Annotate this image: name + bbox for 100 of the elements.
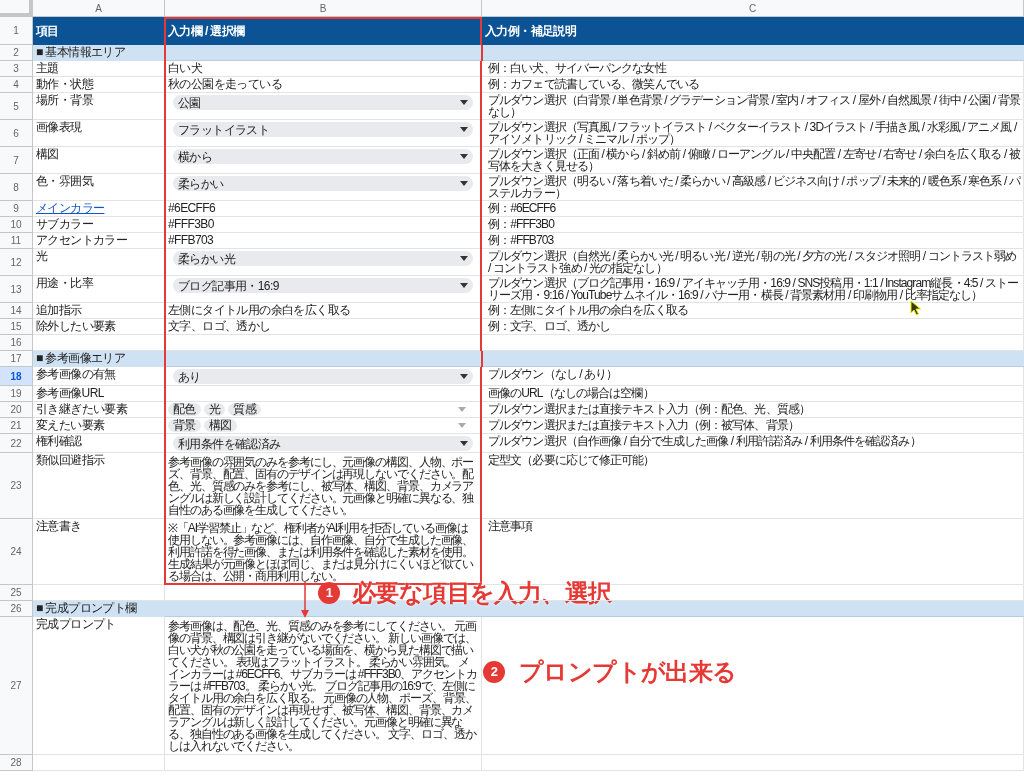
- table-cell: プルダウン選択または直接テキスト入力（例：被写体、背景）: [482, 418, 1024, 434]
- row-number[interactable]: 12: [0, 249, 33, 276]
- dropdown[interactable]: フラットイラスト: [173, 122, 473, 137]
- row-number[interactable]: 5: [0, 93, 33, 120]
- caret-icon: [460, 181, 468, 186]
- table-cell: 例：白い犬、サイバーパンクな女性: [482, 61, 1024, 77]
- table-cell: 画像のURL（なしの場合は空欄）: [482, 386, 1024, 402]
- row-number[interactable]: 10: [0, 217, 33, 233]
- column-header[interactable]: B: [165, 0, 482, 17]
- table-cell: プルダウン選択（正面 / 横から / 斜め前 / 俯瞰 / ローアングル / 中央配置 / 左寄せ / 右寄せ / 余白を広く取る / 被写体を大きく見せる）: [482, 147, 1024, 174]
- row-number[interactable]: 13: [0, 276, 33, 303]
- table-cell: 色・雰囲気: [33, 174, 165, 201]
- table-cell: 白い犬: [165, 61, 482, 77]
- row-number[interactable]: 25: [0, 585, 33, 601]
- dropdown[interactable]: 公園: [173, 95, 473, 110]
- table-cell: プルダウン（なし / あり）: [482, 367, 1024, 386]
- column-header[interactable]: A: [33, 0, 165, 17]
- table-cell: 除外したい要素: [33, 319, 165, 335]
- row-number[interactable]: 14: [0, 303, 33, 319]
- table-cell: プルダウン選択（明るい / 落ち着いた / 柔らかい / 高級感 / ビジネス向け / ポップ / 未来的 / 暖色系 / 寒色系 / パステルカラー）: [482, 174, 1024, 201]
- cursor-icon: [910, 300, 922, 316]
- row-number[interactable]: 2: [0, 45, 33, 61]
- table-cell: 光: [33, 249, 165, 276]
- table-cell: 参考画像URL: [33, 386, 165, 402]
- chip: 光: [203, 403, 226, 416]
- dropdown[interactable]: ブログ記事用・16:9: [173, 278, 473, 293]
- header-cell: 項目: [33, 17, 165, 45]
- row-number[interactable]: 26: [0, 601, 33, 617]
- row-number[interactable]: 1: [0, 17, 33, 45]
- table-cell: 用途・比率: [33, 276, 165, 303]
- caret-icon: [460, 127, 468, 132]
- dropdown[interactable]: 利用条件を確認済み: [173, 436, 473, 451]
- link[interactable]: メインカラー: [36, 201, 105, 215]
- table-cell: プルダウン選択（白背景 / 単色背景 / グラデーション背景 / 室内 / オフィス / 屋外 / 自然風景 / 街中 / 公園 / 背景なし）: [482, 93, 1024, 120]
- row-number[interactable]: 17: [0, 351, 33, 367]
- dropdown[interactable]: あり: [173, 369, 473, 384]
- row-number[interactable]: 27: [0, 617, 33, 755]
- row-number[interactable]: 7: [0, 147, 33, 174]
- empty-cell[interactable]: [165, 755, 482, 771]
- table-cell: 引き継ぎたい要素: [33, 402, 165, 418]
- caret-icon: [460, 256, 468, 261]
- row-number[interactable]: 15: [0, 319, 33, 335]
- table-cell: 左側にタイトル用の余白を広く取る: [165, 303, 482, 319]
- table-cell: アクセントカラー: [33, 233, 165, 249]
- chip: 質感: [228, 403, 262, 416]
- chip: 構図: [203, 419, 237, 432]
- table-cell: 参考画像は、配色、光、質感のみを参考にしてください。 元画像の背景、構図は引き継がないでください。 新しい画像では、白い犬が秋の公園を走っている場面を、横から見た構図で描いてください。 表現はフラットイラスト。 柔らかい雰囲気。 メインカラーは #6ECFF6、サブカラーは #FFF3B0、アクセントカラーは #FFB703。 柔らかい光。 ブログ記事用の16:9で、左側にタイトル用の余白を広く取る。 元画像の人物、ポーズ、背景、配置、固有のデザインは再現せず、被写体、構図、背景、カメラアングルは新しく設計してください。元画像と明確に異なる、独自性のある画像を生成してください。 文字、ロゴ、透かしは入れないでください。: [165, 617, 482, 755]
- caret-icon: [460, 374, 468, 379]
- row-number[interactable]: 11: [0, 233, 33, 249]
- row-number[interactable]: 6: [0, 120, 33, 147]
- table-cell: 場所・背景: [33, 93, 165, 120]
- callout-text: プロンプトが出来る: [519, 659, 737, 685]
- chip: 背景: [168, 419, 201, 432]
- caret-icon: [458, 407, 466, 412]
- row-number[interactable]: 16: [0, 335, 33, 351]
- row-number[interactable]: 18: [0, 367, 33, 386]
- table-cell: 参考画像の雰囲気のみを参考にし、元画像の構図、人物、ポーズ、背景、配置、固有のデザインは再現しないでください。配色、光、質感のみを参考にし、被写体、構図、背景、カメラアングルは新しく設計してください。元画像と明確に異なる、独自性のある画像を生成してください。: [165, 453, 482, 519]
- row-number[interactable]: 19: [0, 386, 33, 402]
- row-number[interactable]: 21: [0, 418, 33, 434]
- table-cell: 構図: [33, 147, 165, 174]
- header-cell: 入力欄 / 選択欄: [165, 17, 482, 45]
- table-cell: #6ECFF6: [165, 201, 482, 217]
- table-cell: 秋の公園を走っている: [165, 77, 482, 93]
- row-number[interactable]: 28: [0, 755, 33, 771]
- caret-icon: [460, 100, 468, 105]
- row-number[interactable]: 22: [0, 434, 33, 453]
- caret-icon: [458, 423, 466, 428]
- row-number[interactable]: 8: [0, 174, 33, 201]
- table-cell: プルダウン選択または直接テキスト入力（例：配色、光、質感）: [482, 402, 1024, 418]
- row-number[interactable]: 4: [0, 77, 33, 93]
- dropdown[interactable]: 柔らかい: [173, 176, 473, 191]
- table-cell: 例：文字、ロゴ、透かし: [482, 319, 1024, 335]
- row-number[interactable]: 24: [0, 519, 33, 585]
- row-number[interactable]: 9: [0, 201, 33, 217]
- table-cell: 完成プロンプト: [33, 617, 165, 755]
- row-number[interactable]: 23: [0, 453, 33, 519]
- table-cell: サブカラー: [33, 217, 165, 233]
- table-cell: 動作・状態: [33, 77, 165, 93]
- row-number[interactable]: 20: [0, 402, 33, 418]
- table-cell: プルダウン選択（写真風 / フラットイラスト / ベクターイラスト / 3Dイラスト / 手描き風 / 水彩風 / アニメ風 / アイソメトリック / ミニマル / ポップ）: [482, 120, 1024, 147]
- table-cell: 文字、ロゴ、透かし: [165, 319, 482, 335]
- dropdown[interactable]: 横から: [173, 149, 473, 164]
- table-cell: 例：#FFB703: [482, 233, 1024, 249]
- caret-icon: [460, 283, 468, 288]
- table-cell: #FFF3B0: [165, 217, 482, 233]
- column-header[interactable]: C: [482, 0, 1024, 17]
- empty-cell[interactable]: [165, 386, 482, 402]
- header-cell: 入力例・補足説明: [482, 17, 1024, 45]
- empty-cell[interactable]: [482, 755, 1024, 771]
- corner-cell[interactable]: [0, 0, 33, 17]
- table-cell: 参考画像の有無: [33, 367, 165, 386]
- table-cell: 例：#6ECFF6: [482, 201, 1024, 217]
- table-cell: 注意書き: [33, 519, 165, 585]
- step-badge: 1: [318, 582, 340, 604]
- row-number[interactable]: 3: [0, 61, 33, 77]
- table-cell: 主題: [33, 61, 165, 77]
- table-cell: プルダウン選択（ブログ記事用・16:9 / アイキャッチ用・16:9 / SNS投稿用・1:1 / Instagram縦長・4:5 / ストーリーズ用・9:16 / YouTubeサムネイル・16:9 / バナー用・横長 / 背景素材用 / 印刷物用 / 比率指定なし）: [482, 276, 1024, 303]
- table-cell: 定型文（必要に応じて修正可能）: [482, 453, 1024, 519]
- dropdown[interactable]: 柔らかい光: [173, 251, 473, 266]
- table-cell: 権利確認: [33, 434, 165, 453]
